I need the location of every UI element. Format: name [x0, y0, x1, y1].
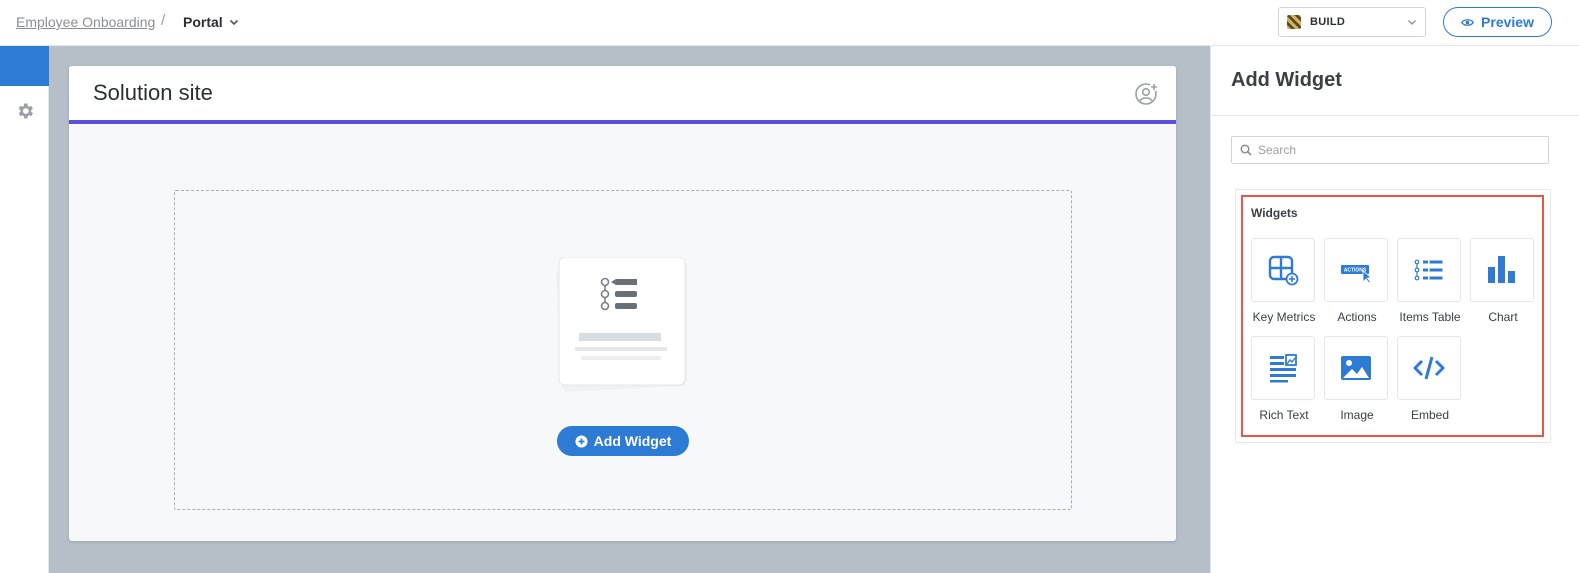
site-header: Solution site	[69, 66, 1176, 124]
widget-dropzone[interactable]: Add Widget	[174, 190, 1072, 510]
widgets-section-label: Widgets	[1251, 206, 1298, 220]
widget-tile-rich-text[interactable]: Rich Text	[1251, 336, 1317, 422]
widget-tile-label: Chart	[1488, 310, 1518, 324]
key-metrics-icon	[1268, 255, 1299, 286]
widget-tile-image[interactable]: Image	[1324, 336, 1390, 422]
breadcrumb-separator: /	[161, 12, 166, 29]
breadcrumb-parent-link[interactable]: Employee Onboarding	[16, 14, 155, 30]
actions-icon: ACTIONS	[1341, 265, 1372, 284]
widgets-section: Widgets Key Metrics ACTIONS Actions Item…	[1241, 195, 1544, 437]
items-table-icon	[1414, 259, 1443, 281]
widget-tile-items-table[interactable]: Items Table	[1397, 238, 1463, 324]
chevron-down-icon	[229, 19, 238, 26]
widget-tile-label: Embed	[1410, 408, 1450, 422]
build-mode-icon	[1287, 15, 1301, 29]
preview-button[interactable]: Preview	[1443, 7, 1552, 37]
eye-icon	[1461, 18, 1474, 26]
widget-tile-embed[interactable]: Embed	[1397, 336, 1463, 422]
page-canvas: Solution site Add Widget	[49, 46, 1210, 573]
widget-tile-chart[interactable]: Chart	[1470, 238, 1536, 324]
mode-select[interactable]: BUILD	[1278, 7, 1426, 37]
panel-title: Add Widget	[1231, 69, 1342, 91]
left-rail	[0, 46, 49, 573]
rail-item-pages[interactable]	[0, 46, 49, 86]
chart-icon	[1488, 256, 1515, 283]
widget-search-field[interactable]	[1231, 136, 1549, 164]
add-widget-button[interactable]: Add Widget	[557, 426, 689, 456]
search-icon	[1240, 144, 1252, 156]
gear-icon[interactable]	[15, 101, 35, 121]
plus-circle-icon	[575, 434, 588, 448]
embed-icon	[1413, 356, 1445, 380]
panel-header: Add Widget	[1211, 46, 1579, 116]
site-preview-card: Solution site Add Widget	[69, 66, 1176, 541]
add-widget-button-label: Add Widget	[593, 433, 672, 449]
widget-tile-actions[interactable]: ACTIONS Actions	[1324, 238, 1390, 324]
rich-text-icon	[1270, 354, 1297, 383]
search-input[interactable]	[1258, 143, 1538, 157]
breadcrumb-current-dropdown[interactable]: Portal	[183, 14, 239, 30]
site-title[interactable]: Solution site	[93, 80, 213, 106]
empty-widget-illustration	[556, 257, 687, 392]
image-icon	[1341, 356, 1371, 380]
chevron-down-icon	[1408, 20, 1416, 25]
add-user-icon[interactable]	[1134, 81, 1160, 107]
add-widget-panel: Add Widget Widgets Key Metrics	[1210, 46, 1579, 573]
widget-tile-key-metrics[interactable]: Key Metrics	[1251, 238, 1317, 324]
top-bar: Employee Onboarding / Portal BUILD Previ…	[0, 0, 1579, 46]
breadcrumb-current-label: Portal	[183, 14, 223, 30]
preview-button-label: Preview	[1481, 14, 1534, 30]
mode-select-label: BUILD	[1310, 16, 1346, 28]
